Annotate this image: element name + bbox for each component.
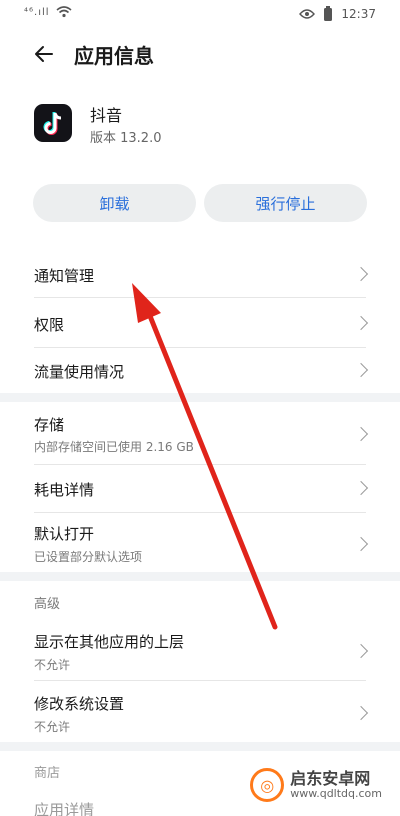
item-subtitle: 已设置部分默认选项 (34, 550, 143, 564)
item-label: 应用详情 (34, 801, 95, 816)
app-name: 抖音 (90, 106, 123, 125)
action-buttons: 卸载 强行停止 (0, 180, 400, 240)
watermark-name: 启东安卓网 (290, 769, 371, 789)
tiktok-app-icon (34, 104, 72, 142)
section-header-store: 商店 (34, 766, 61, 781)
site-watermark: ◎ 启东安卓网 www.qdltdq.com (250, 768, 382, 802)
force-stop-button[interactable]: 强行停止 (204, 184, 367, 222)
item-label: 默认打开 (34, 525, 95, 543)
display-over-apps-item[interactable]: 显示在其他应用的上层 不允许 (0, 619, 400, 679)
eye-icon (299, 9, 316, 19)
chevron-right-icon (353, 266, 369, 282)
app-version: 版本 13.2.0 (90, 131, 162, 146)
battery-details-item[interactable]: 耗电详情 (0, 465, 400, 512)
watermark-url: www.qdltdq.com (290, 786, 382, 800)
item-label: 存储 (34, 416, 65, 434)
signal-icon: ⁴⁶.ıll (24, 6, 50, 18)
item-label: 通知管理 (34, 267, 95, 285)
wifi-icon (56, 6, 72, 18)
item-subtitle: 不允许 (34, 720, 71, 734)
app-bar: 应用信息 (0, 28, 400, 80)
chevron-right-icon (353, 536, 369, 552)
settings-group-1: 通知管理 权限 流量使用情况 (0, 240, 400, 393)
open-by-default-item[interactable]: 默认打开 已设置部分默认选项 (0, 513, 400, 572)
settings-group-advanced: 高级 显示在其他应用的上层 不允许 修改系统设置 不允许 (0, 581, 400, 742)
uninstall-button[interactable]: 卸载 (33, 184, 196, 222)
battery-icon (324, 6, 333, 21)
modify-system-settings-item[interactable]: 修改系统设置 不允许 (0, 681, 400, 742)
permissions-item[interactable]: 权限 (0, 298, 400, 347)
item-subtitle: 不允许 (34, 658, 71, 672)
item-label: 显示在其他应用的上层 (34, 633, 185, 651)
section-header-advanced: 高级 (34, 597, 61, 612)
chevron-right-icon (353, 315, 369, 331)
chevron-right-icon (353, 426, 369, 442)
data-usage-item[interactable]: 流量使用情况 (0, 348, 400, 393)
chevron-right-icon (353, 705, 369, 721)
notification-management-item[interactable]: 通知管理 (0, 240, 400, 297)
settings-group-2: 存储 内部存储空间已使用 2.16 GB 耗电详情 默认打开 已设置部分默认选项 (0, 402, 400, 572)
page-title: 应用信息 (74, 44, 154, 68)
app-info-card: 抖音 版本 13.2.0 (0, 80, 400, 180)
status-bar: ⁴⁶.ıll 12:37 (0, 0, 400, 28)
back-arrow-icon[interactable] (30, 40, 58, 68)
item-label: 修改系统设置 (34, 695, 125, 713)
item-label: 流量使用情况 (34, 363, 125, 381)
item-label: 耗电详情 (34, 481, 95, 499)
storage-item[interactable]: 存储 内部存储空间已使用 2.16 GB (0, 402, 400, 464)
item-label: 权限 (34, 316, 65, 334)
status-time: 12:37 (341, 7, 376, 21)
chevron-right-icon (353, 480, 369, 496)
item-subtitle: 内部存储空间已使用 2.16 GB (34, 440, 194, 454)
watermark-logo-icon: ◎ (250, 768, 285, 802)
chevron-right-icon (353, 362, 369, 378)
chevron-right-icon (353, 643, 369, 659)
